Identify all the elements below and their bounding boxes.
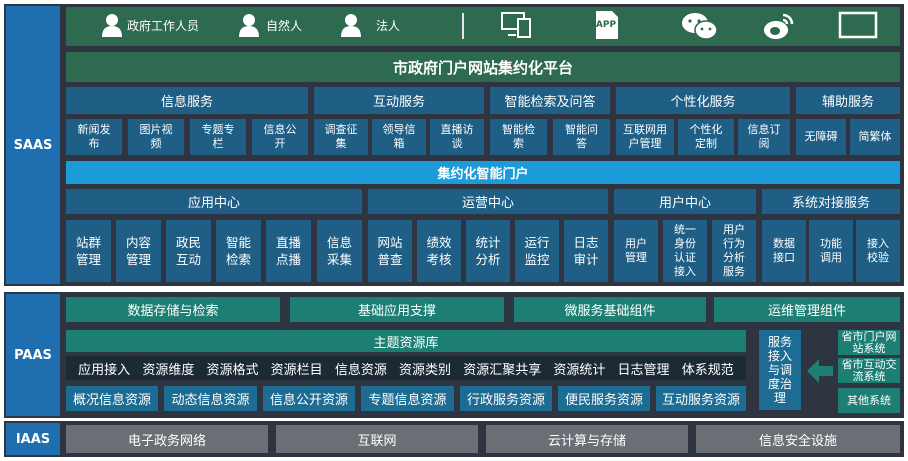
external-system: 其他系统 <box>838 388 900 413</box>
center-item: 运行监控 <box>515 220 559 282</box>
service-item: 信息订阅 <box>738 119 790 155</box>
repo-item: 应用接入 <box>78 362 131 378</box>
paas-data-storage: 数据存储与检索 <box>66 297 280 322</box>
category-personalized-service: 个性化服务 <box>616 87 790 114</box>
center-item: 内容管理 <box>116 220 161 282</box>
repo-item: 日志管理 <box>617 362 670 378</box>
app-icon-text: APP <box>595 20 617 30</box>
resource-item: 概况信息资源 <box>66 386 158 411</box>
tablet-icon <box>838 11 878 39</box>
weibo-icon <box>764 13 794 39</box>
repo-item: 资源汇聚共享 <box>463 362 542 378</box>
center-item: 功能调用 <box>809 220 853 282</box>
resource-item: 行政服务资源 <box>460 386 552 411</box>
iaas-label: IAAS <box>6 423 60 455</box>
user-natural-person: 自然人 <box>266 19 303 33</box>
service-item: 图片视频 <box>128 119 184 155</box>
external-system: 省市门户网站系统 <box>838 330 900 355</box>
person-icon <box>341 14 361 37</box>
resource-item: 动态信息资源 <box>164 386 257 411</box>
service-item: 智能检索 <box>490 119 547 155</box>
center-item: 用户管理 <box>614 220 658 282</box>
paas-microservice: 微服务基础组件 <box>514 297 706 322</box>
iaas-gov-network: 电子政务网络 <box>66 425 268 453</box>
repo-item: 资源类别 <box>399 362 452 378</box>
repo-item: 资源统计 <box>553 362 606 378</box>
category-info-service: 信息服务 <box>66 87 308 114</box>
service-item: 领导信箱 <box>372 119 426 155</box>
center-item: 直播点播 <box>266 220 311 282</box>
category-assist-service: 辅助服务 <box>796 87 900 114</box>
service-item: 专题专栏 <box>190 119 246 155</box>
center-item: 信息采集 <box>317 220 362 282</box>
iaas-cloud-storage: 云计算与存储 <box>486 425 688 453</box>
center-item: 网站普查 <box>368 220 412 282</box>
center-item: 日志审计 <box>564 220 608 282</box>
portal-bar: 集约化智能门户 <box>66 161 900 184</box>
service-item: 无障碍 <box>796 119 846 155</box>
resource-item: 便民服务资源 <box>558 386 650 411</box>
center-item: 智能检索 <box>216 220 261 282</box>
center-user: 用户中心 <box>614 189 756 214</box>
service-item: 调查征集 <box>314 119 368 155</box>
resource-item: 互动服务资源 <box>656 386 746 411</box>
repo-item: 体系规范 <box>681 362 734 378</box>
service-item: 直播访谈 <box>430 119 484 155</box>
repo-item: 资源维度 <box>142 362 195 378</box>
service-item: 智能问答 <box>553 119 610 155</box>
repo-item: 资源格式 <box>206 362 259 378</box>
user-gov-staff: 政府工作人员 <box>127 19 200 33</box>
center-ops: 运营中心 <box>368 189 608 214</box>
resource-item: 信息公开资源 <box>263 386 355 411</box>
center-item: 数据接口 <box>762 220 806 282</box>
category-search-qa: 智能检索及问答 <box>490 87 610 114</box>
center-item: 绩效考核 <box>417 220 461 282</box>
wechat-icon <box>682 13 718 40</box>
platform-title: 市政府门户网站集约化平台 <box>66 52 900 82</box>
center-item: 统计分析 <box>466 220 510 282</box>
service-item: 新闻发布 <box>66 119 122 155</box>
iaas-security: 信息安全设施 <box>696 425 900 453</box>
service-item: 简繁体 <box>850 119 900 155</box>
person-icon <box>239 14 259 37</box>
resource-item: 专题信息资源 <box>361 386 454 411</box>
center-item: 政民互动 <box>166 220 211 282</box>
repo-item: 信息资源 <box>334 362 387 378</box>
arrow-left-icon <box>807 359 833 383</box>
center-item: 站群管理 <box>66 220 111 282</box>
paas-basic-support: 基础应用支撑 <box>290 297 504 322</box>
center-item: 接入校验 <box>856 220 900 282</box>
user-legal-person: 法人 <box>376 19 401 33</box>
center-app: 应用中心 <box>66 189 362 214</box>
theme-repository: 主题资源库 <box>66 330 746 352</box>
desktop-icon <box>501 12 531 38</box>
service-item: 互联网用户管理 <box>616 119 674 155</box>
person-icon <box>102 14 122 37</box>
governance-box: 服务接入与调度治理 <box>759 330 801 410</box>
center-integration: 系统对接服务 <box>762 189 900 214</box>
service-item: 信息公开 <box>252 119 308 155</box>
center-item: 用户行为分析服务 <box>712 220 756 282</box>
paas-ops-mgmt: 运维管理组件 <box>714 297 900 322</box>
divider <box>462 13 464 39</box>
repo-item: 资源栏目 <box>270 362 323 378</box>
center-item: 统一身份认证接入 <box>663 220 707 282</box>
external-system: 省市互动交流系统 <box>838 358 900 383</box>
iaas-internet: 互联网 <box>276 425 478 453</box>
paas-label: PAAS <box>6 294 60 416</box>
category-interactive-service: 互动服务 <box>314 87 484 114</box>
repo-items-row: 应用接入 资源维度 资源格式 资源栏目 信息资源 资源类别 资源汇聚共享 资源统… <box>66 356 746 380</box>
saas-label: SAAS <box>6 6 60 284</box>
service-item: 个性化定制 <box>678 119 734 155</box>
